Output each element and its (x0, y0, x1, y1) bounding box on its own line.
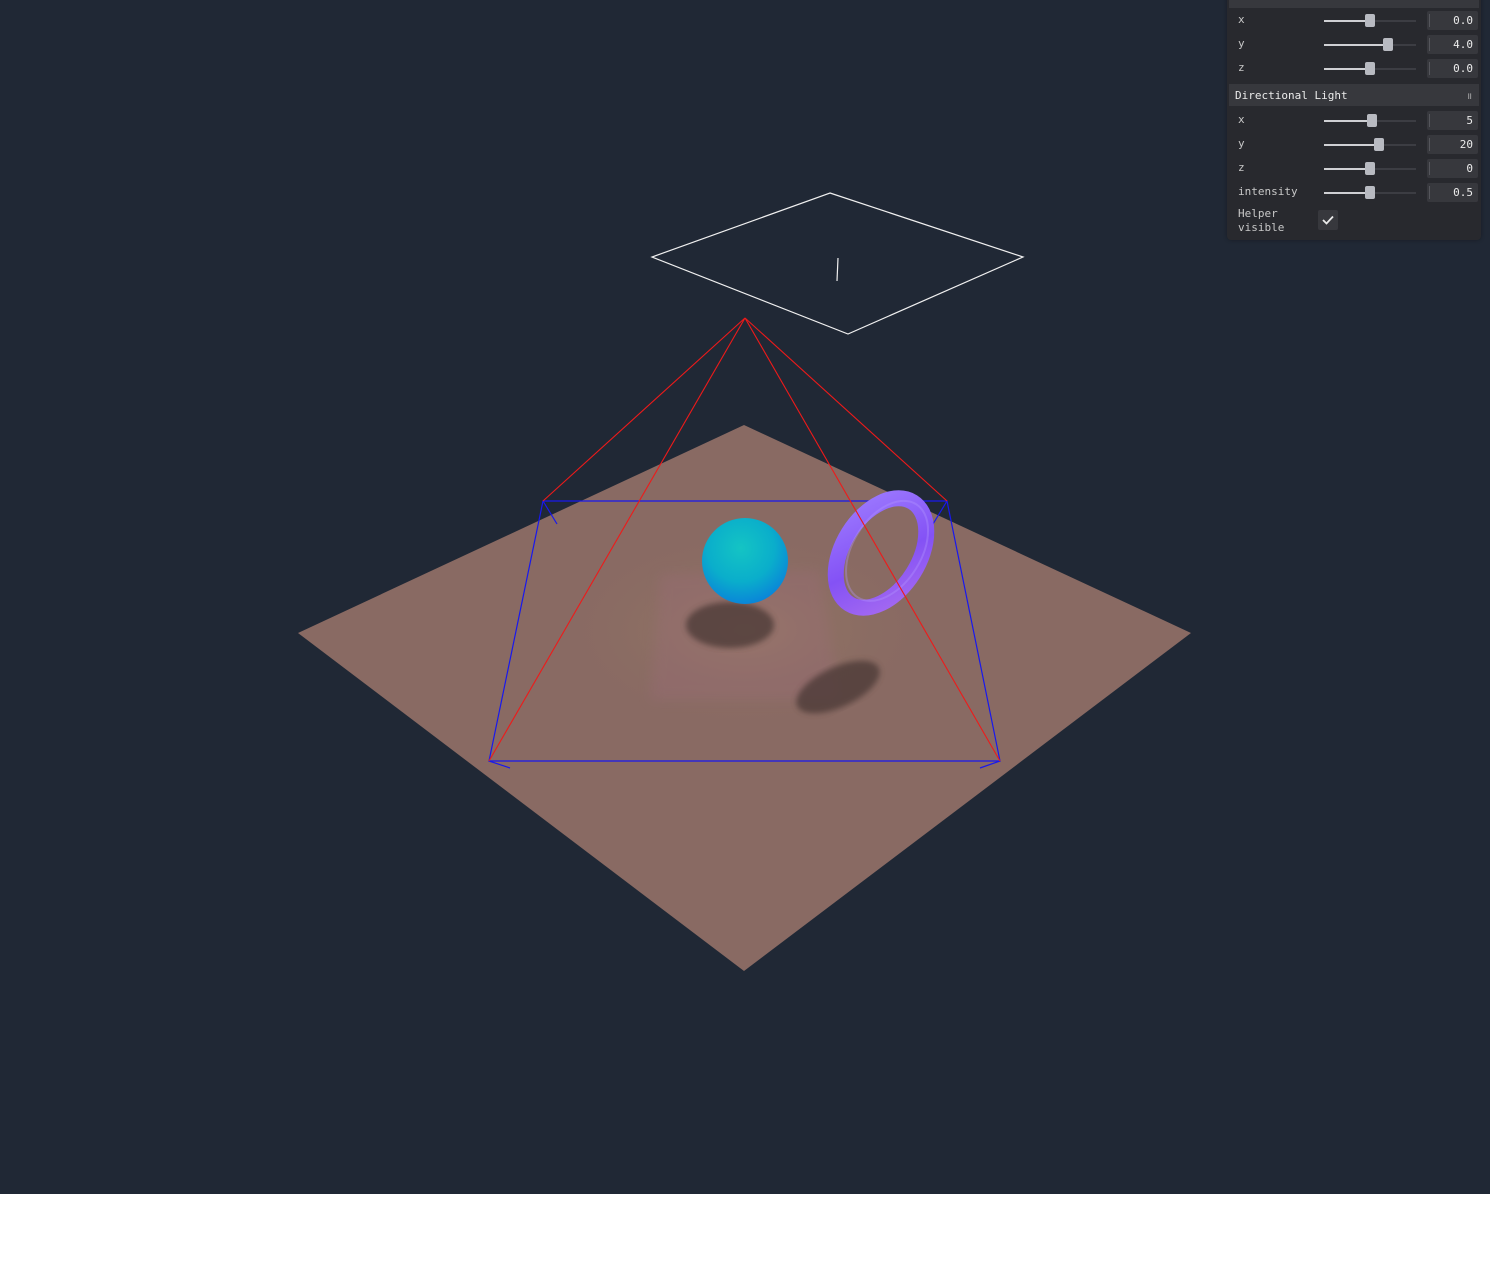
directional-value-text-x: 5 (1466, 114, 1473, 127)
position-label-x: x (1238, 13, 1245, 26)
position-value-input-y[interactable]: 4.0 (1427, 35, 1478, 54)
directional-label-y: y (1238, 137, 1245, 150)
position-value-text-x: 0.0 (1453, 14, 1473, 27)
directional-slider-y[interactable] (1324, 138, 1416, 151)
position-slider-z[interactable] (1324, 62, 1416, 75)
input-cursor (1429, 114, 1430, 127)
position-value-input-z[interactable]: 0.0 (1427, 59, 1478, 78)
position-row-y: y 4.0 (1227, 33, 1481, 57)
directional-light-helper (650, 192, 1025, 335)
position-row-z: z 0.0 (1227, 57, 1481, 81)
position-value-text-z: 0.0 (1453, 62, 1473, 75)
input-cursor (1429, 162, 1430, 175)
input-cursor (1429, 38, 1430, 51)
directional-value-text-z: 0 (1466, 162, 1473, 175)
directional-light-folder-title[interactable]: Directional Light ॥ (1229, 84, 1479, 106)
directional-row-intensity: intensity 0.5 (1227, 181, 1481, 205)
helper-visible-checkbox[interactable] (1318, 210, 1338, 230)
directional-value-input-intensity[interactable]: 0.5 (1427, 183, 1478, 202)
slider-fill (1324, 120, 1372, 122)
slider-fill (1324, 144, 1380, 146)
position-value-input-x[interactable]: 0.0 (1427, 11, 1478, 30)
helper-visible-row: Helper visible (1227, 204, 1481, 240)
directional-label-intensity: intensity (1238, 185, 1298, 198)
slider-fill (1324, 20, 1370, 22)
slider-thumb[interactable] (1365, 162, 1375, 175)
slider-fill (1324, 44, 1389, 46)
3d-viewport[interactable]: x 0.0 y 4.0 z 0.0 Directional Light ॥ x 5 y 20 z 0… (0, 0, 1490, 1194)
sphere (702, 518, 788, 604)
checkmark-icon (1322, 215, 1334, 225)
drag-handle-icon: ॥ (1466, 92, 1473, 102)
input-cursor (1429, 186, 1430, 199)
position-row-x: x 0.0 (1227, 9, 1481, 33)
position-slider-y[interactable] (1324, 38, 1416, 51)
directional-value-input-z[interactable]: 0 (1427, 159, 1478, 178)
slider-fill (1324, 168, 1370, 170)
directional-slider-z[interactable] (1324, 162, 1416, 175)
slider-thumb[interactable] (1383, 38, 1394, 51)
directional-row-z: z0 (1227, 157, 1481, 181)
sphere-shadow (686, 602, 774, 648)
helper-visible-label: Helper visible (1238, 207, 1285, 234)
directional-value-input-x[interactable]: 5 (1427, 111, 1478, 130)
directional-label-x: x (1238, 113, 1245, 126)
folder-title-label: Directional Light (1235, 88, 1348, 102)
slider-thumb[interactable] (1365, 62, 1375, 75)
directional-slider-x[interactable] (1324, 114, 1416, 127)
position-folder-title[interactable] (1229, 0, 1479, 8)
directional-value-text-y: 20 (1459, 138, 1473, 151)
position-slider-x[interactable] (1324, 14, 1416, 27)
slider-fill (1324, 68, 1370, 70)
slider-thumb[interactable] (1366, 114, 1377, 127)
input-cursor (1429, 14, 1430, 27)
directional-row-y: y 20 (1227, 133, 1481, 157)
input-cursor (1429, 62, 1430, 75)
directional-label-z: z (1238, 161, 1245, 174)
slider-thumb[interactable] (1365, 186, 1375, 199)
slider-fill (1324, 192, 1370, 194)
slider-thumb[interactable] (1374, 138, 1385, 151)
slider-thumb[interactable] (1365, 14, 1375, 27)
directional-row-x: x5 (1227, 109, 1481, 133)
directional-slider-intensity[interactable] (1324, 186, 1416, 199)
position-label-y: y (1238, 37, 1245, 50)
input-cursor (1429, 138, 1430, 151)
position-value-text-y: 4.0 (1453, 38, 1473, 51)
directional-value-text-intensity: 0.5 (1453, 186, 1473, 199)
controls-panel: x 0.0 y 4.0 z 0.0 Directional Light ॥ x 5 y 20 z 0… (1227, 0, 1481, 240)
directional-value-input-y[interactable]: 20 (1427, 135, 1478, 154)
position-label-z: z (1238, 61, 1245, 74)
